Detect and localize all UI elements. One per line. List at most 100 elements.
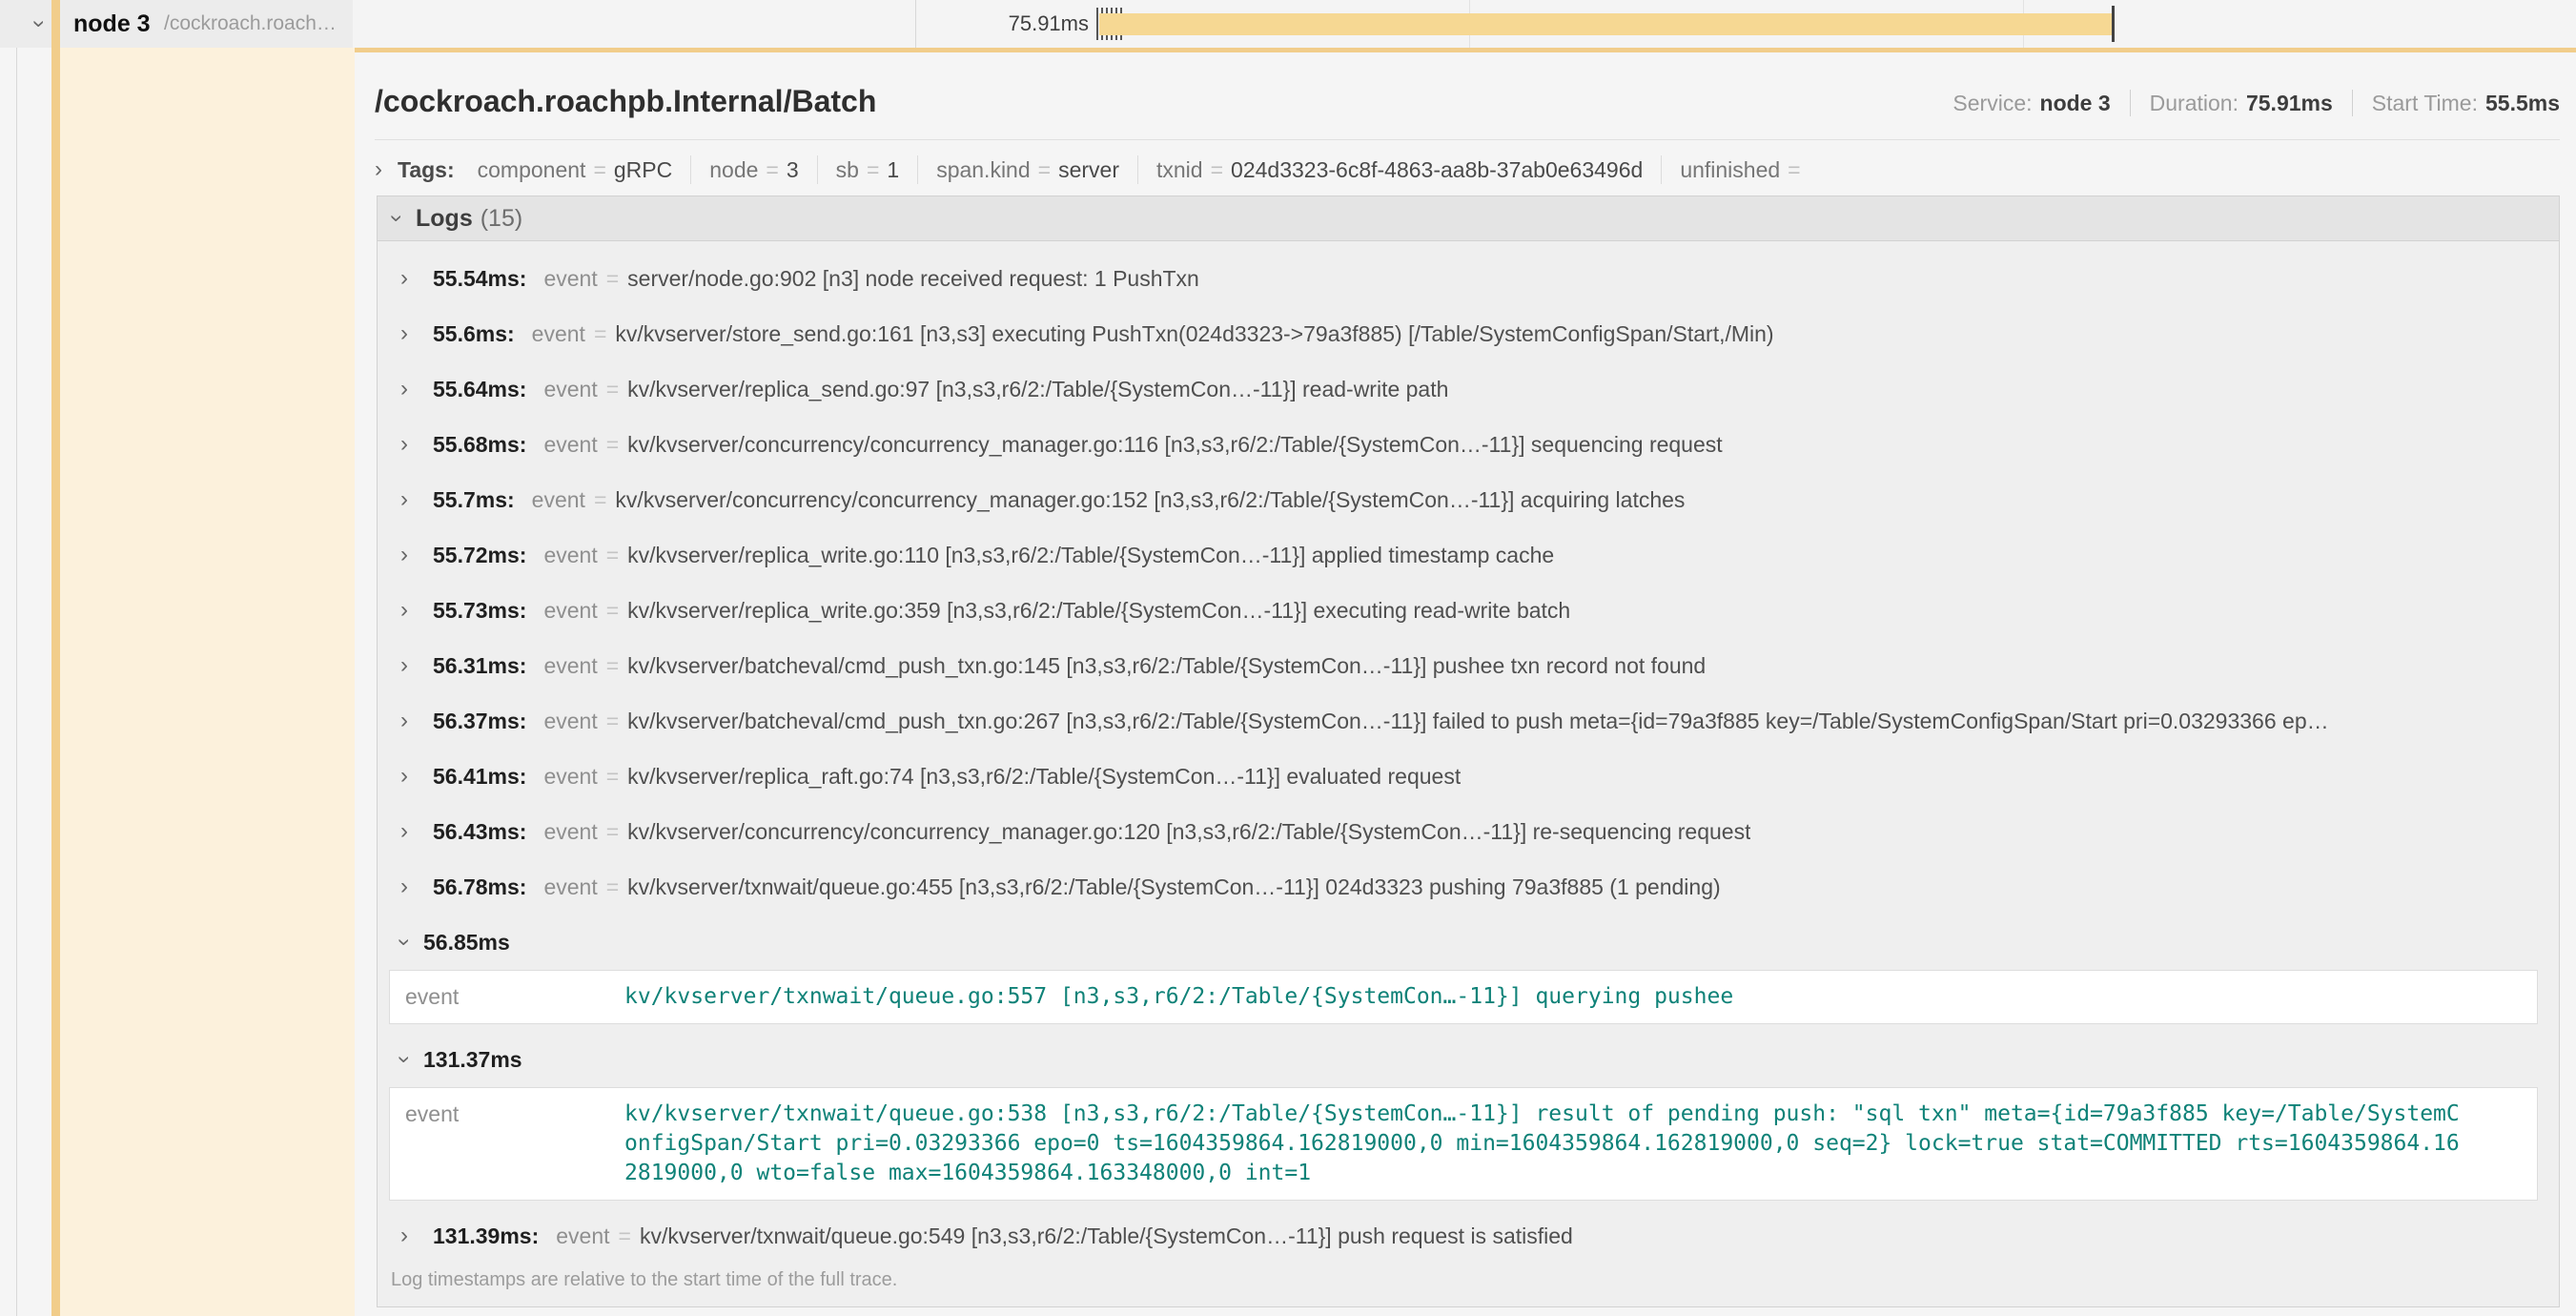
log-field-key: event [405,1100,624,1188]
log-entry[interactable]: ›55.68ms:event=kv/kvserver/concurrency/c… [378,417,2559,472]
log-timestamp: 56.41ms: [433,764,526,790]
chevron-right-icon[interactable]: › [375,158,382,181]
log-entry-expanded-header[interactable]: ›131.37ms [378,1032,2559,1087]
equals-sign: = [1788,157,1800,182]
log-message: kv/kvserver/store_send.go:161 [n3,s3] ex… [615,321,1773,347]
tag-key: unfinished [1680,157,1780,182]
log-entry[interactable]: ›55.54ms:event=server/node.go:902 [n3] n… [378,251,2559,306]
equals-sign: = [1211,157,1223,182]
log-message: kv/kvserver/txnwait/queue.go:455 [n3,s3,… [627,874,1721,900]
log-entry[interactable]: ›56.78ms:event=kv/kvserver/txnwait/queue… [378,859,2559,915]
tags-accordion[interactable]: › Tags: component=gRPC node=3 sb=1 span.… [375,150,1809,190]
tag-item: txnid=024d3323-6c8f-4863-aa8b-37ab0e6349… [1156,157,1643,183]
chevron-down-icon[interactable]: › [393,938,416,946]
log-field-value: kv/kvserver/txnwait/queue.go:538 [n3,s3,… [624,1100,2464,1188]
equals-sign: = [606,653,619,679]
timeline-column-divider [915,0,916,48]
tag-item: sb = 1 [836,157,900,183]
equals-sign: = [766,157,778,182]
chevron-right-icon[interactable]: › [400,1224,418,1247]
span-detail-meta: Service:node 3 Duration:75.91ms Start Ti… [1952,90,2560,116]
chevron-right-icon[interactable]: › [400,709,418,732]
tag-separator [690,155,691,184]
log-timestamp: 56.78ms: [433,874,526,900]
log-entry[interactable]: ›55.73ms:event=kv/kvserver/replica_write… [378,583,2559,638]
tag-value: 3 [787,157,799,182]
log-entry[interactable]: ›55.7ms:event=kv/kvserver/concurrency/co… [378,472,2559,527]
log-field-key: event [543,819,597,845]
log-message: kv/kvserver/concurrency/concurrency_mana… [627,432,1722,458]
log-field-key: event [543,598,597,624]
log-entry[interactable]: ›56.31ms:event=kv/kvserver/batcheval/cmd… [378,638,2559,693]
log-entry[interactable]: ›56.41ms:event=kv/kvserver/replica_raft.… [378,749,2559,804]
chevron-right-icon[interactable]: › [400,875,418,898]
meta-value: 75.91ms [2246,91,2333,115]
tag-item: component=gRPC [478,157,673,183]
equals-sign: = [619,1223,631,1249]
log-timestamp: 55.73ms: [433,598,526,624]
equals-sign: = [606,819,619,845]
log-field-key: event [556,1223,609,1249]
chevron-right-icon[interactable]: › [400,378,418,401]
log-message: kv/kvserver/batcheval/cmd_push_txn.go:14… [627,653,1706,679]
log-message: server/node.go:902 [n3] node received re… [627,266,1199,292]
log-field-key: event [543,377,597,402]
chevron-right-icon[interactable]: › [400,765,418,788]
span-duration-bar[interactable] [1099,13,2115,35]
tag-value: 1 [887,157,899,182]
log-entry[interactable]: ›55.6ms:event=kv/kvserver/store_send.go:… [378,306,2559,361]
tag-separator [817,155,818,184]
chevron-right-icon[interactable]: › [400,820,418,843]
log-entry[interactable]: ›55.72ms:event=kv/kvserver/replica_write… [378,527,2559,583]
tag-item: span.kind=server [936,157,1119,183]
span-color-accent-bar [51,0,60,1316]
meta-label: Duration: [2150,91,2239,115]
equals-sign: = [867,157,879,182]
tag-key: txnid [1156,157,1203,182]
chevron-down-icon[interactable]: › [385,215,408,222]
tag-key: sb [836,157,859,182]
log-field-key: event [532,487,585,513]
log-message: kv/kvserver/replica_write.go:359 [n3,s3,… [627,598,1570,624]
log-timestamp: 55.54ms: [433,266,526,292]
equals-sign: = [593,157,605,182]
log-timestamp: 55.64ms: [433,377,526,402]
tag-value: server [1058,157,1119,182]
tags-label: Tags: [398,157,455,183]
logs-accordion-header[interactable]: › Logs (15) [378,196,2559,241]
log-key-value-table: event kv/kvserver/txnwait/queue.go:557 [… [389,970,2538,1024]
log-field-key: event [543,543,597,568]
log-field-key: event [543,653,597,679]
span-row[interactable]: › node 3 /cockroach.roach… 75.91ms [0,0,2576,48]
chevron-down-icon[interactable]: › [3,20,51,28]
chevron-right-icon[interactable]: › [400,544,418,566]
tag-separator [917,155,918,184]
log-entry[interactable]: ›56.37ms:event=kv/kvserver/batcheval/cmd… [378,693,2559,749]
log-entry-expanded-header[interactable]: › 56.85ms [378,915,2559,970]
logs-footer-note: Log timestamps are relative to the start… [378,1264,2559,1305]
log-timestamp: 56.85ms [423,930,510,956]
log-entry[interactable]: ›56.43ms:event=kv/kvserver/concurrency/c… [378,804,2559,859]
log-message: kv/kvserver/replica_write.go:110 [n3,s3,… [627,543,1554,568]
chevron-right-icon[interactable]: › [400,322,418,345]
tag-separator [1661,155,1662,184]
log-timestamp: 55.72ms: [433,543,526,568]
log-timestamp: 55.7ms: [433,487,515,513]
log-message: kv/kvserver/replica_send.go:97 [n3,s3,r6… [627,377,1448,402]
chevron-down-icon[interactable]: › [393,1056,416,1063]
chevron-right-icon[interactable]: › [400,267,418,290]
log-entry[interactable]: ›131.39ms:event=kv/kvserver/txnwait/queu… [378,1208,2559,1264]
log-entry[interactable]: ›55.64ms:event=kv/kvserver/replica_send.… [378,361,2559,417]
chevron-right-icon[interactable]: › [400,599,418,622]
chevron-right-icon[interactable]: › [400,433,418,456]
log-field-key: event [543,874,597,900]
chevron-right-icon[interactable]: › [400,488,418,511]
log-field-value: kv/kvserver/txnwait/queue.go:557 [n3,s3,… [624,982,2464,1012]
span-timeline-cell[interactable]: 75.91ms [353,0,2576,48]
chevron-right-icon[interactable]: › [400,654,418,677]
log-message: kv/kvserver/concurrency/concurrency_mana… [615,487,1685,513]
meta-label: Start Time: [2372,91,2478,115]
log-field-key: event [543,764,597,790]
selected-span-highlight-column [60,48,355,1316]
log-field-key: event [532,321,585,347]
